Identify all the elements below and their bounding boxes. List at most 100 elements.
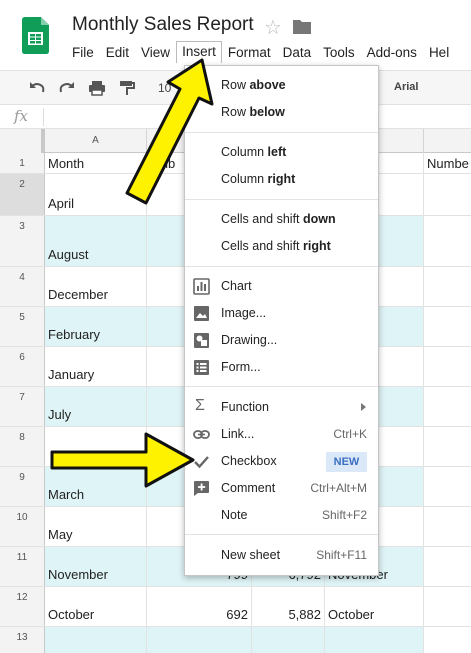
menu-insert[interactable]: Insert [176, 41, 222, 63]
folder-icon[interactable] [293, 19, 311, 34]
chart-label: Chart [221, 279, 252, 293]
cell-a1[interactable]: Month [45, 153, 147, 173]
app-header: Monthly Sales Report ☆ File Edit View In… [0, 0, 471, 70]
cells-down-emphasis: down [302, 212, 336, 226]
cell-a5[interactable]: February [45, 307, 147, 346]
cell-e10[interactable] [424, 507, 471, 546]
cell-a6[interactable]: January [45, 347, 147, 386]
select-all-corner[interactable] [0, 129, 45, 153]
menu-divider [185, 266, 378, 267]
row-header[interactable]: 8 [0, 427, 45, 466]
menu-item-link[interactable]: Link... Ctrl+K [185, 421, 378, 448]
google-sheets-logo[interactable] [22, 17, 49, 54]
cell-a2[interactable]: April [45, 174, 147, 215]
menu-item-form[interactable]: Form... [185, 354, 378, 381]
star-icon[interactable]: ☆ [264, 15, 282, 40]
zoom-select[interactable]: 10 [158, 81, 171, 95]
sigma-icon: Σ [195, 397, 205, 414]
row-header[interactable]: 7 [0, 387, 45, 426]
cell-b12[interactable]: 692 [147, 587, 252, 626]
menu-addons[interactable]: Add-ons [361, 42, 423, 63]
cell-d13[interactable] [325, 627, 424, 653]
cell-a10[interactable]: May [45, 507, 147, 546]
cell-a9[interactable]: March [45, 467, 147, 506]
paint-format-icon[interactable] [118, 79, 136, 97]
row-header[interactable]: 10 [0, 507, 45, 546]
cell-a3[interactable]: August [45, 216, 147, 266]
cell-e4[interactable] [424, 267, 471, 306]
menu-help[interactable]: Hel [423, 42, 455, 63]
menu-edit[interactable]: Edit [100, 42, 135, 63]
menu-item-chart[interactable]: Chart [185, 273, 378, 300]
formula-divider [43, 108, 44, 126]
column-header-a[interactable]: A [45, 129, 147, 153]
image-icon [194, 306, 209, 321]
menu-file[interactable]: File [66, 42, 100, 63]
cell-e5[interactable] [424, 307, 471, 346]
font-select[interactable]: Arial [394, 81, 418, 93]
link-icon [193, 430, 210, 439]
row-header[interactable]: 11 [0, 547, 45, 586]
cell-c12[interactable]: 5,882 [252, 587, 325, 626]
cell-e1[interactable]: Numbe [424, 153, 471, 173]
row-header[interactable]: 1 [0, 153, 45, 173]
cell-e2[interactable] [424, 174, 471, 215]
row-header[interactable]: 12 [0, 587, 45, 626]
cells-right-prefix: Cells and shift [221, 239, 303, 253]
cell-b13[interactable] [147, 627, 252, 653]
menu-item-row-below[interactable]: Row below [185, 99, 378, 126]
redo-icon[interactable] [58, 79, 76, 97]
menu-item-cells-shift-down[interactable]: Cells and shift down [185, 206, 378, 233]
cell-e13[interactable] [424, 627, 471, 653]
cell-e9[interactable] [424, 467, 471, 506]
menu-item-image[interactable]: Image... [185, 300, 378, 327]
row-header[interactable]: 4 [0, 267, 45, 306]
row-header[interactable]: 5 [0, 307, 45, 346]
cell-e11[interactable] [424, 547, 471, 586]
cell-e8[interactable] [424, 427, 471, 466]
cell-a7[interactable]: July [45, 387, 147, 426]
cell-d12[interactable]: October [325, 587, 424, 626]
row-header[interactable]: 13 [0, 627, 45, 653]
menu-data[interactable]: Data [277, 42, 318, 63]
cell-c13[interactable] [252, 627, 325, 653]
print-icon[interactable] [88, 79, 106, 97]
submenu-arrow-icon [361, 403, 366, 411]
menu-format[interactable]: Format [222, 42, 277, 63]
menu-divider [185, 534, 378, 535]
column-left-emphasis: left [267, 145, 287, 159]
menu-view[interactable]: View [135, 42, 176, 63]
row-header[interactable]: 2 [0, 174, 45, 215]
cell-a8[interactable] [45, 427, 147, 466]
row-header[interactable]: 3 [0, 216, 45, 266]
menu-tools[interactable]: Tools [317, 42, 361, 63]
cell-a4[interactable]: December [45, 267, 147, 306]
undo-icon[interactable] [28, 79, 46, 97]
cell-e3[interactable] [424, 216, 471, 266]
cell-a13[interactable] [45, 627, 147, 653]
cell-e6[interactable] [424, 347, 471, 386]
chart-icon [193, 278, 210, 295]
menu-item-comment[interactable]: Comment Ctrl+Alt+M [185, 475, 378, 502]
menu-item-cells-shift-right[interactable]: Cells and shift right [185, 233, 378, 260]
menu-item-column-left[interactable]: Column left [185, 139, 378, 166]
cell-a12[interactable]: October [45, 587, 147, 626]
comment-shortcut: Ctrl+Alt+M [310, 481, 367, 495]
document-title[interactable]: Monthly Sales Report [72, 14, 254, 36]
menu-divider [185, 386, 378, 387]
menu-item-function[interactable]: Σ Function [185, 394, 378, 421]
insert-menu-dropdown: Row above Row below Column left Column r… [184, 65, 379, 576]
menu-item-row-above[interactable]: Row above [185, 72, 378, 99]
cell-a11[interactable]: November [45, 547, 147, 586]
new-sheet-shortcut: Shift+F11 [316, 548, 367, 562]
column-header-e[interactable] [424, 129, 471, 153]
cell-e7[interactable] [424, 387, 471, 426]
menu-item-new-sheet[interactable]: New sheet Shift+F11 [185, 542, 378, 569]
menu-item-checkbox[interactable]: Checkbox NEW [185, 448, 378, 475]
row-header[interactable]: 6 [0, 347, 45, 386]
row-header[interactable]: 9 [0, 467, 45, 506]
menu-item-column-right[interactable]: Column right [185, 166, 378, 193]
menu-item-drawing[interactable]: Drawing... [185, 327, 378, 354]
cell-e12[interactable] [424, 587, 471, 626]
menu-item-note[interactable]: Note Shift+F2 [185, 502, 378, 529]
